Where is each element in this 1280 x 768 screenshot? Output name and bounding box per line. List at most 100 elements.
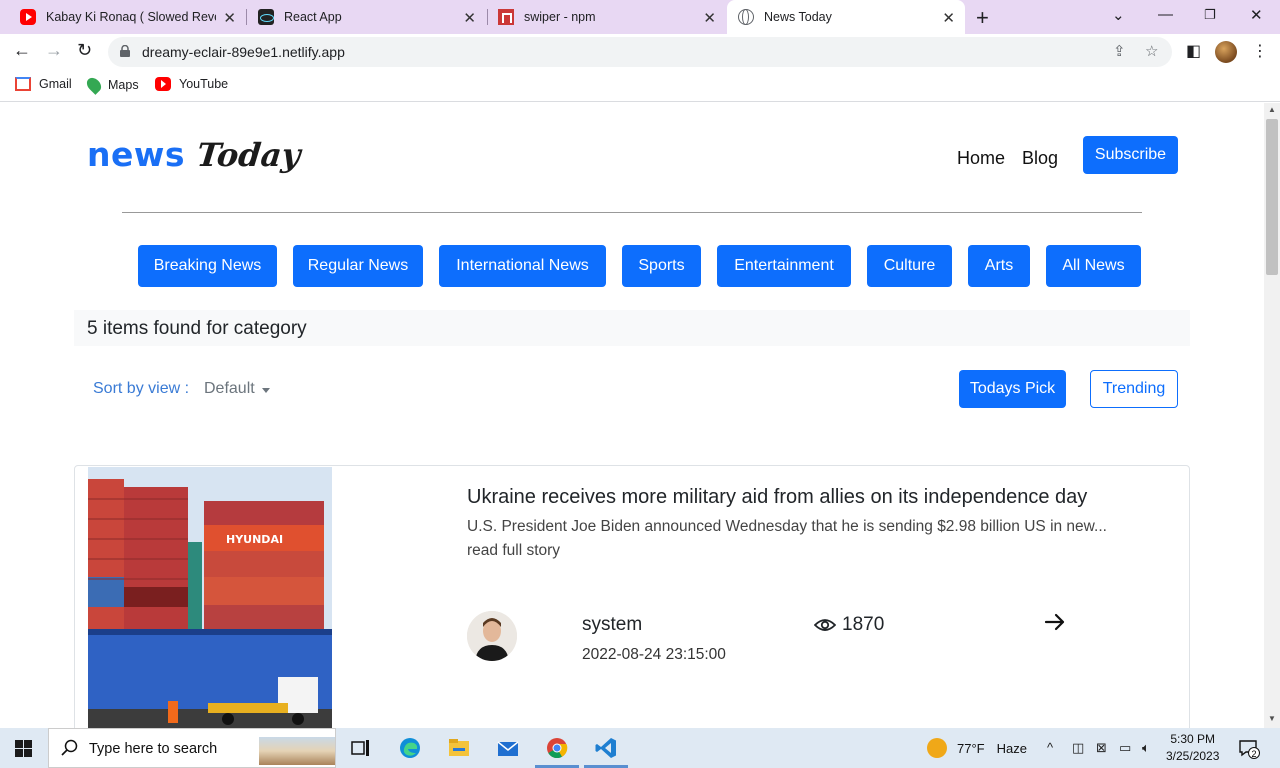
bookmark-youtube[interactable]: YouTube <box>155 77 228 91</box>
bookmark-gmail[interactable]: Gmail <box>15 77 72 91</box>
chrome-icon[interactable] <box>545 736 569 760</box>
volume-icon[interactable]: 🔈︎ <box>1142 740 1150 756</box>
search-placeholder: Type here to search <box>89 741 218 757</box>
tab-search-icon[interactable]: ⌄ <box>1112 6 1125 24</box>
side-panel-icon[interactable]: ◧ <box>1186 41 1201 61</box>
author-avatar <box>467 611 517 661</box>
bookmark-label: Maps <box>108 78 139 92</box>
sort-label: Sort by view : <box>93 380 190 397</box>
nav-blog-link[interactable]: Blog <box>1022 148 1058 169</box>
close-tab-icon[interactable]: ✕ <box>942 9 955 27</box>
show-hidden-icons[interactable]: ^ <box>1047 740 1053 755</box>
publish-date: 2022-08-24 23:15:00 <box>582 646 726 663</box>
sort-dropdown[interactable]: Default <box>204 380 255 398</box>
share-icon[interactable]: ⇪ <box>1113 42 1126 60</box>
clock-time: 5:30 PM <box>1170 732 1216 746</box>
address-bar[interactable]: dreamy-eclair-89e9e1.netlify.app ⇪ ☆ <box>108 37 1172 67</box>
news-card-image[interactable]: HYUNDAI <box>88 467 332 728</box>
network-icon[interactable]: ▭ <box>1119 740 1131 756</box>
nav-home-link[interactable]: Home <box>957 148 1005 169</box>
profile-avatar[interactable] <box>1215 41 1237 63</box>
news-card: HYUNDAI Ukraine receives more military a… <box>74 465 1190 728</box>
windows-taskbar: Type here to search 77°F Haze ^ ◫ ⊠ ▭ 🔈︎… <box>0 728 1280 768</box>
category-sports[interactable]: Sports <box>622 245 701 287</box>
npm-icon <box>498 9 514 25</box>
lock-icon <box>120 45 130 57</box>
site-logo[interactable]: news Today <box>87 135 303 174</box>
read-more-link[interactable]: read full story <box>467 542 560 560</box>
close-tab-icon[interactable]: ✕ <box>223 9 236 27</box>
close-tab-icon[interactable]: ✕ <box>463 9 476 27</box>
file-explorer-icon[interactable] <box>447 736 471 760</box>
restore-icon[interactable]: ❐ <box>1204 7 1216 23</box>
scrollbar-thumb[interactable] <box>1266 119 1278 275</box>
caret-down-icon[interactable] <box>262 388 270 393</box>
maps-icon <box>84 75 104 95</box>
back-icon[interactable]: ← <box>13 40 31 61</box>
browser-tab-strip: Kabay Ki Ronaq ( Slowed Reverb ✕ React A… <box>0 0 1280 34</box>
close-window-icon[interactable]: ✕ <box>1250 6 1263 24</box>
tab-title: React App <box>284 10 342 24</box>
search-highlight-image <box>259 737 335 765</box>
edge-icon[interactable] <box>398 736 422 760</box>
weather-condition: Haze <box>996 740 1027 756</box>
meet-now-icon[interactable]: ◫ <box>1072 740 1084 756</box>
page-scrollbar[interactable]: ▲ ▼ <box>1264 103 1280 728</box>
results-count-text: 5 items found for category <box>87 318 307 339</box>
bookmarks-bar: Gmail Maps YouTube <box>0 70 1280 102</box>
weather-sun-icon <box>927 738 947 758</box>
tab-react-app[interactable]: React App ✕ <box>248 0 486 34</box>
tab-news-today[interactable]: News Today ✕ <box>727 0 965 34</box>
header-divider <box>122 212 1142 213</box>
logo-news: news <box>87 135 186 174</box>
windows-start-icon[interactable] <box>15 740 32 757</box>
eye-icon <box>814 619 836 631</box>
view-count-value: 1870 <box>842 614 885 635</box>
svg-text:HYUNDAI: HYUNDAI <box>226 533 283 546</box>
weather-widget[interactable]: 77°F Haze <box>927 738 1027 758</box>
todays-pick-button[interactable]: Todays Pick <box>959 370 1066 408</box>
browser-toolbar: ← → ↻ dreamy-eclair-89e9e1.netlify.app ⇪… <box>0 34 1280 70</box>
category-international-news[interactable]: International News <box>439 245 606 287</box>
menu-icon[interactable]: ⋮ <box>1252 41 1268 61</box>
logo-today: Today <box>195 136 303 174</box>
bookmark-maps[interactable]: Maps <box>84 75 139 95</box>
category-arts[interactable]: Arts <box>968 245 1030 287</box>
minimize-icon[interactable]: — <box>1158 6 1173 23</box>
tab-swiper-npm[interactable]: swiper - npm ✕ <box>488 0 726 34</box>
forward-icon[interactable]: → <box>45 40 63 61</box>
category-all-news[interactable]: All News <box>1046 245 1141 287</box>
bookmark-star-icon[interactable]: ☆ <box>1145 42 1158 60</box>
trending-button[interactable]: Trending <box>1090 370 1178 408</box>
tab-title: Kabay Ki Ronaq ( Slowed Reverb <box>46 10 216 24</box>
tab-youtube[interactable]: Kabay Ki Ronaq ( Slowed Reverb ✕ <box>10 0 246 34</box>
scroll-down-icon[interactable]: ▼ <box>1268 714 1276 723</box>
reload-icon[interactable]: ↻ <box>77 40 92 61</box>
youtube-icon <box>20 9 36 25</box>
security-icon[interactable]: ⊠ <box>1096 740 1107 756</box>
category-entertainment[interactable]: Entertainment <box>717 245 851 287</box>
new-tab-button[interactable]: + <box>976 5 989 31</box>
mail-icon[interactable] <box>496 736 520 760</box>
react-icon <box>258 9 274 25</box>
subscribe-button[interactable]: Subscribe <box>1083 136 1178 174</box>
task-view-icon[interactable] <box>349 736 373 760</box>
system-clock[interactable]: 5:30 PM 3/25/2023 <box>1166 731 1219 765</box>
tab-title: News Today <box>764 10 832 24</box>
globe-icon <box>738 9 754 25</box>
scroll-up-icon[interactable]: ▲ <box>1268 105 1276 114</box>
category-culture[interactable]: Culture <box>867 245 952 287</box>
category-breaking-news[interactable]: Breaking News <box>138 245 277 287</box>
arrow-right-icon[interactable] <box>1044 612 1066 632</box>
taskbar-search[interactable]: Type here to search <box>48 728 336 768</box>
vscode-icon[interactable] <box>594 736 618 760</box>
notification-count: 2 <box>1248 747 1260 759</box>
tab-separator <box>246 9 247 25</box>
bookmark-label: Gmail <box>39 77 72 91</box>
weather-temp: 77°F <box>957 740 985 756</box>
category-regular-news[interactable]: Regular News <box>293 245 423 287</box>
url-text: dreamy-eclair-89e9e1.netlify.app <box>142 44 345 60</box>
close-tab-icon[interactable]: ✕ <box>703 9 716 27</box>
web-page: news Today Home Blog Subscribe Breaking … <box>0 103 1264 728</box>
article-title[interactable]: Ukraine receives more military aid from … <box>467 486 1087 509</box>
